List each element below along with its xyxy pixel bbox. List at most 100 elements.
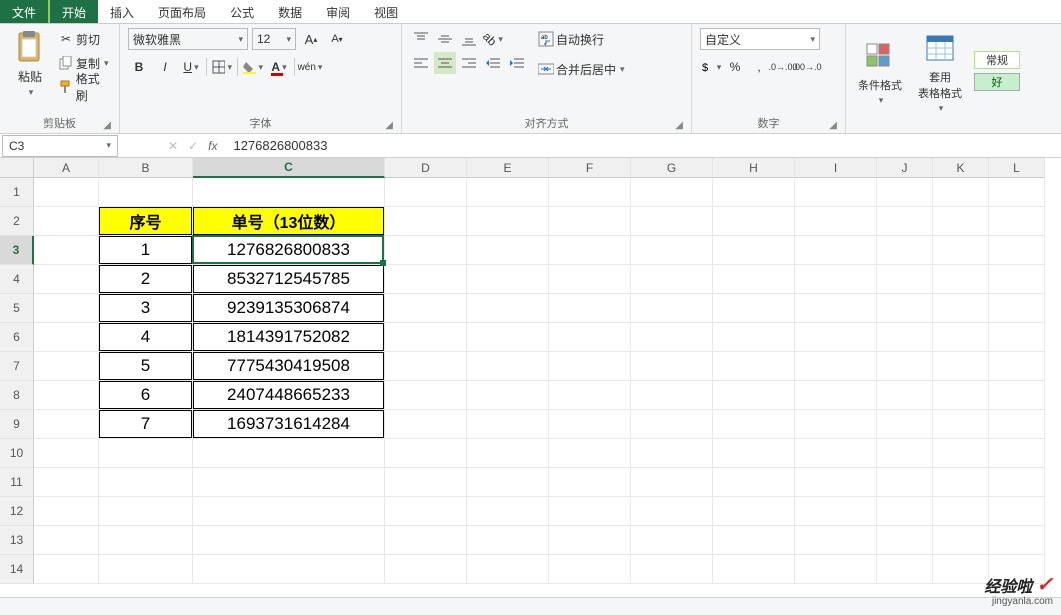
wrap-text-button[interactable]: ab 自动换行 <box>538 28 625 50</box>
cell-C9[interactable]: 1693731614284 <box>193 410 385 439</box>
cell-I11[interactable] <box>795 468 877 497</box>
cell-K4[interactable] <box>933 265 989 294</box>
cell-L5[interactable] <box>989 294 1045 323</box>
cell-I9[interactable] <box>795 410 877 439</box>
cell-K7[interactable] <box>933 352 989 381</box>
cell-F11[interactable] <box>549 468 631 497</box>
cell-D4[interactable] <box>385 265 467 294</box>
font-name-select[interactable]: 微软雅黑▾ <box>128 28 248 50</box>
cell-I13[interactable] <box>795 526 877 555</box>
row-header-9[interactable]: 9 <box>0 410 34 439</box>
row-header-1[interactable]: 1 <box>0 178 34 207</box>
cell-G1[interactable] <box>631 178 713 207</box>
align-middle-button[interactable] <box>434 28 456 50</box>
cell-B1[interactable] <box>99 178 193 207</box>
cell-I1[interactable] <box>795 178 877 207</box>
cell-B3[interactable]: 1 <box>99 236 193 265</box>
cell-L1[interactable] <box>989 178 1045 207</box>
cell-B13[interactable] <box>99 526 193 555</box>
fx-icon[interactable]: fx <box>208 139 217 153</box>
cell-B14[interactable] <box>99 555 193 584</box>
row-header-7[interactable]: 7 <box>0 352 34 381</box>
accept-formula-button[interactable]: ✓ <box>188 139 198 153</box>
align-top-button[interactable] <box>410 28 432 50</box>
cell-E7[interactable] <box>467 352 549 381</box>
cell-L11[interactable] <box>989 468 1045 497</box>
cell-C6[interactable]: 1814391752082 <box>193 323 385 352</box>
cell-H9[interactable] <box>713 410 795 439</box>
dialog-launcher-icon[interactable]: ◢ <box>829 120 837 131</box>
column-header-H[interactable]: H <box>713 158 795 178</box>
cell-E8[interactable] <box>467 381 549 410</box>
orientation-button[interactable]: ab▾ <box>482 28 504 50</box>
bold-button[interactable]: B <box>128 56 150 78</box>
cell-I6[interactable] <box>795 323 877 352</box>
cell-H5[interactable] <box>713 294 795 323</box>
currency-button[interactable]: $▾ <box>700 56 722 78</box>
formula-input[interactable] <box>225 135 1061 157</box>
cell-H6[interactable] <box>713 323 795 352</box>
cell-J14[interactable] <box>877 555 933 584</box>
tab-insert[interactable]: 插入 <box>98 0 146 23</box>
column-header-G[interactable]: G <box>631 158 713 178</box>
cell-J10[interactable] <box>877 439 933 468</box>
cell-B5[interactable]: 3 <box>99 294 193 323</box>
column-header-B[interactable]: B <box>99 158 193 178</box>
cell-L12[interactable] <box>989 497 1045 526</box>
cell-E9[interactable] <box>467 410 549 439</box>
cell-A11[interactable] <box>34 468 99 497</box>
cell-D12[interactable] <box>385 497 467 526</box>
cell-L13[interactable] <box>989 526 1045 555</box>
cell-H7[interactable] <box>713 352 795 381</box>
cell-H8[interactable] <box>713 381 795 410</box>
cell-G13[interactable] <box>631 526 713 555</box>
cell-A10[interactable] <box>34 439 99 468</box>
comma-button[interactable]: , <box>748 56 770 78</box>
decrease-font-button[interactable]: A▾ <box>326 28 348 50</box>
increase-decimal-button[interactable]: .0→.00 <box>772 56 794 78</box>
row-header-5[interactable]: 5 <box>0 294 34 323</box>
cell-D10[interactable] <box>385 439 467 468</box>
cell-F10[interactable] <box>549 439 631 468</box>
font-size-select[interactable]: 12▾ <box>252 28 296 50</box>
cell-E11[interactable] <box>467 468 549 497</box>
cell-J3[interactable] <box>877 236 933 265</box>
cell-E2[interactable] <box>467 207 549 236</box>
column-header-D[interactable]: D <box>385 158 467 178</box>
cell-E14[interactable] <box>467 555 549 584</box>
cell-H14[interactable] <box>713 555 795 584</box>
cell-J9[interactable] <box>877 410 933 439</box>
cell-L3[interactable] <box>989 236 1045 265</box>
borders-button[interactable]: ▾ <box>211 56 233 78</box>
cell-G4[interactable] <box>631 265 713 294</box>
cell-I4[interactable] <box>795 265 877 294</box>
cell-F9[interactable] <box>549 410 631 439</box>
align-center-button[interactable] <box>434 52 456 74</box>
tab-layout[interactable]: 页面布局 <box>146 0 218 23</box>
cell-A5[interactable] <box>34 294 99 323</box>
cell-A8[interactable] <box>34 381 99 410</box>
cell-H10[interactable] <box>713 439 795 468</box>
decrease-decimal-button[interactable]: .00→.0 <box>796 56 818 78</box>
cell-D11[interactable] <box>385 468 467 497</box>
cell-B12[interactable] <box>99 497 193 526</box>
cancel-formula-button[interactable]: ✕ <box>168 139 178 153</box>
cell-G3[interactable] <box>631 236 713 265</box>
cell-E10[interactable] <box>467 439 549 468</box>
column-header-C[interactable]: C <box>193 158 385 178</box>
cell-D6[interactable] <box>385 323 467 352</box>
cell-J6[interactable] <box>877 323 933 352</box>
row-header-8[interactable]: 8 <box>0 381 34 410</box>
column-header-A[interactable]: A <box>34 158 99 178</box>
cell-E5[interactable] <box>467 294 549 323</box>
cell-H1[interactable] <box>713 178 795 207</box>
row-header-3[interactable]: 3 <box>0 236 34 265</box>
increase-font-button[interactable]: A▴ <box>300 28 322 50</box>
cell-J5[interactable] <box>877 294 933 323</box>
cell-C1[interactable] <box>193 178 385 207</box>
cell-J4[interactable] <box>877 265 933 294</box>
cell-A14[interactable] <box>34 555 99 584</box>
cell-D14[interactable] <box>385 555 467 584</box>
cell-A6[interactable] <box>34 323 99 352</box>
cell-A13[interactable] <box>34 526 99 555</box>
